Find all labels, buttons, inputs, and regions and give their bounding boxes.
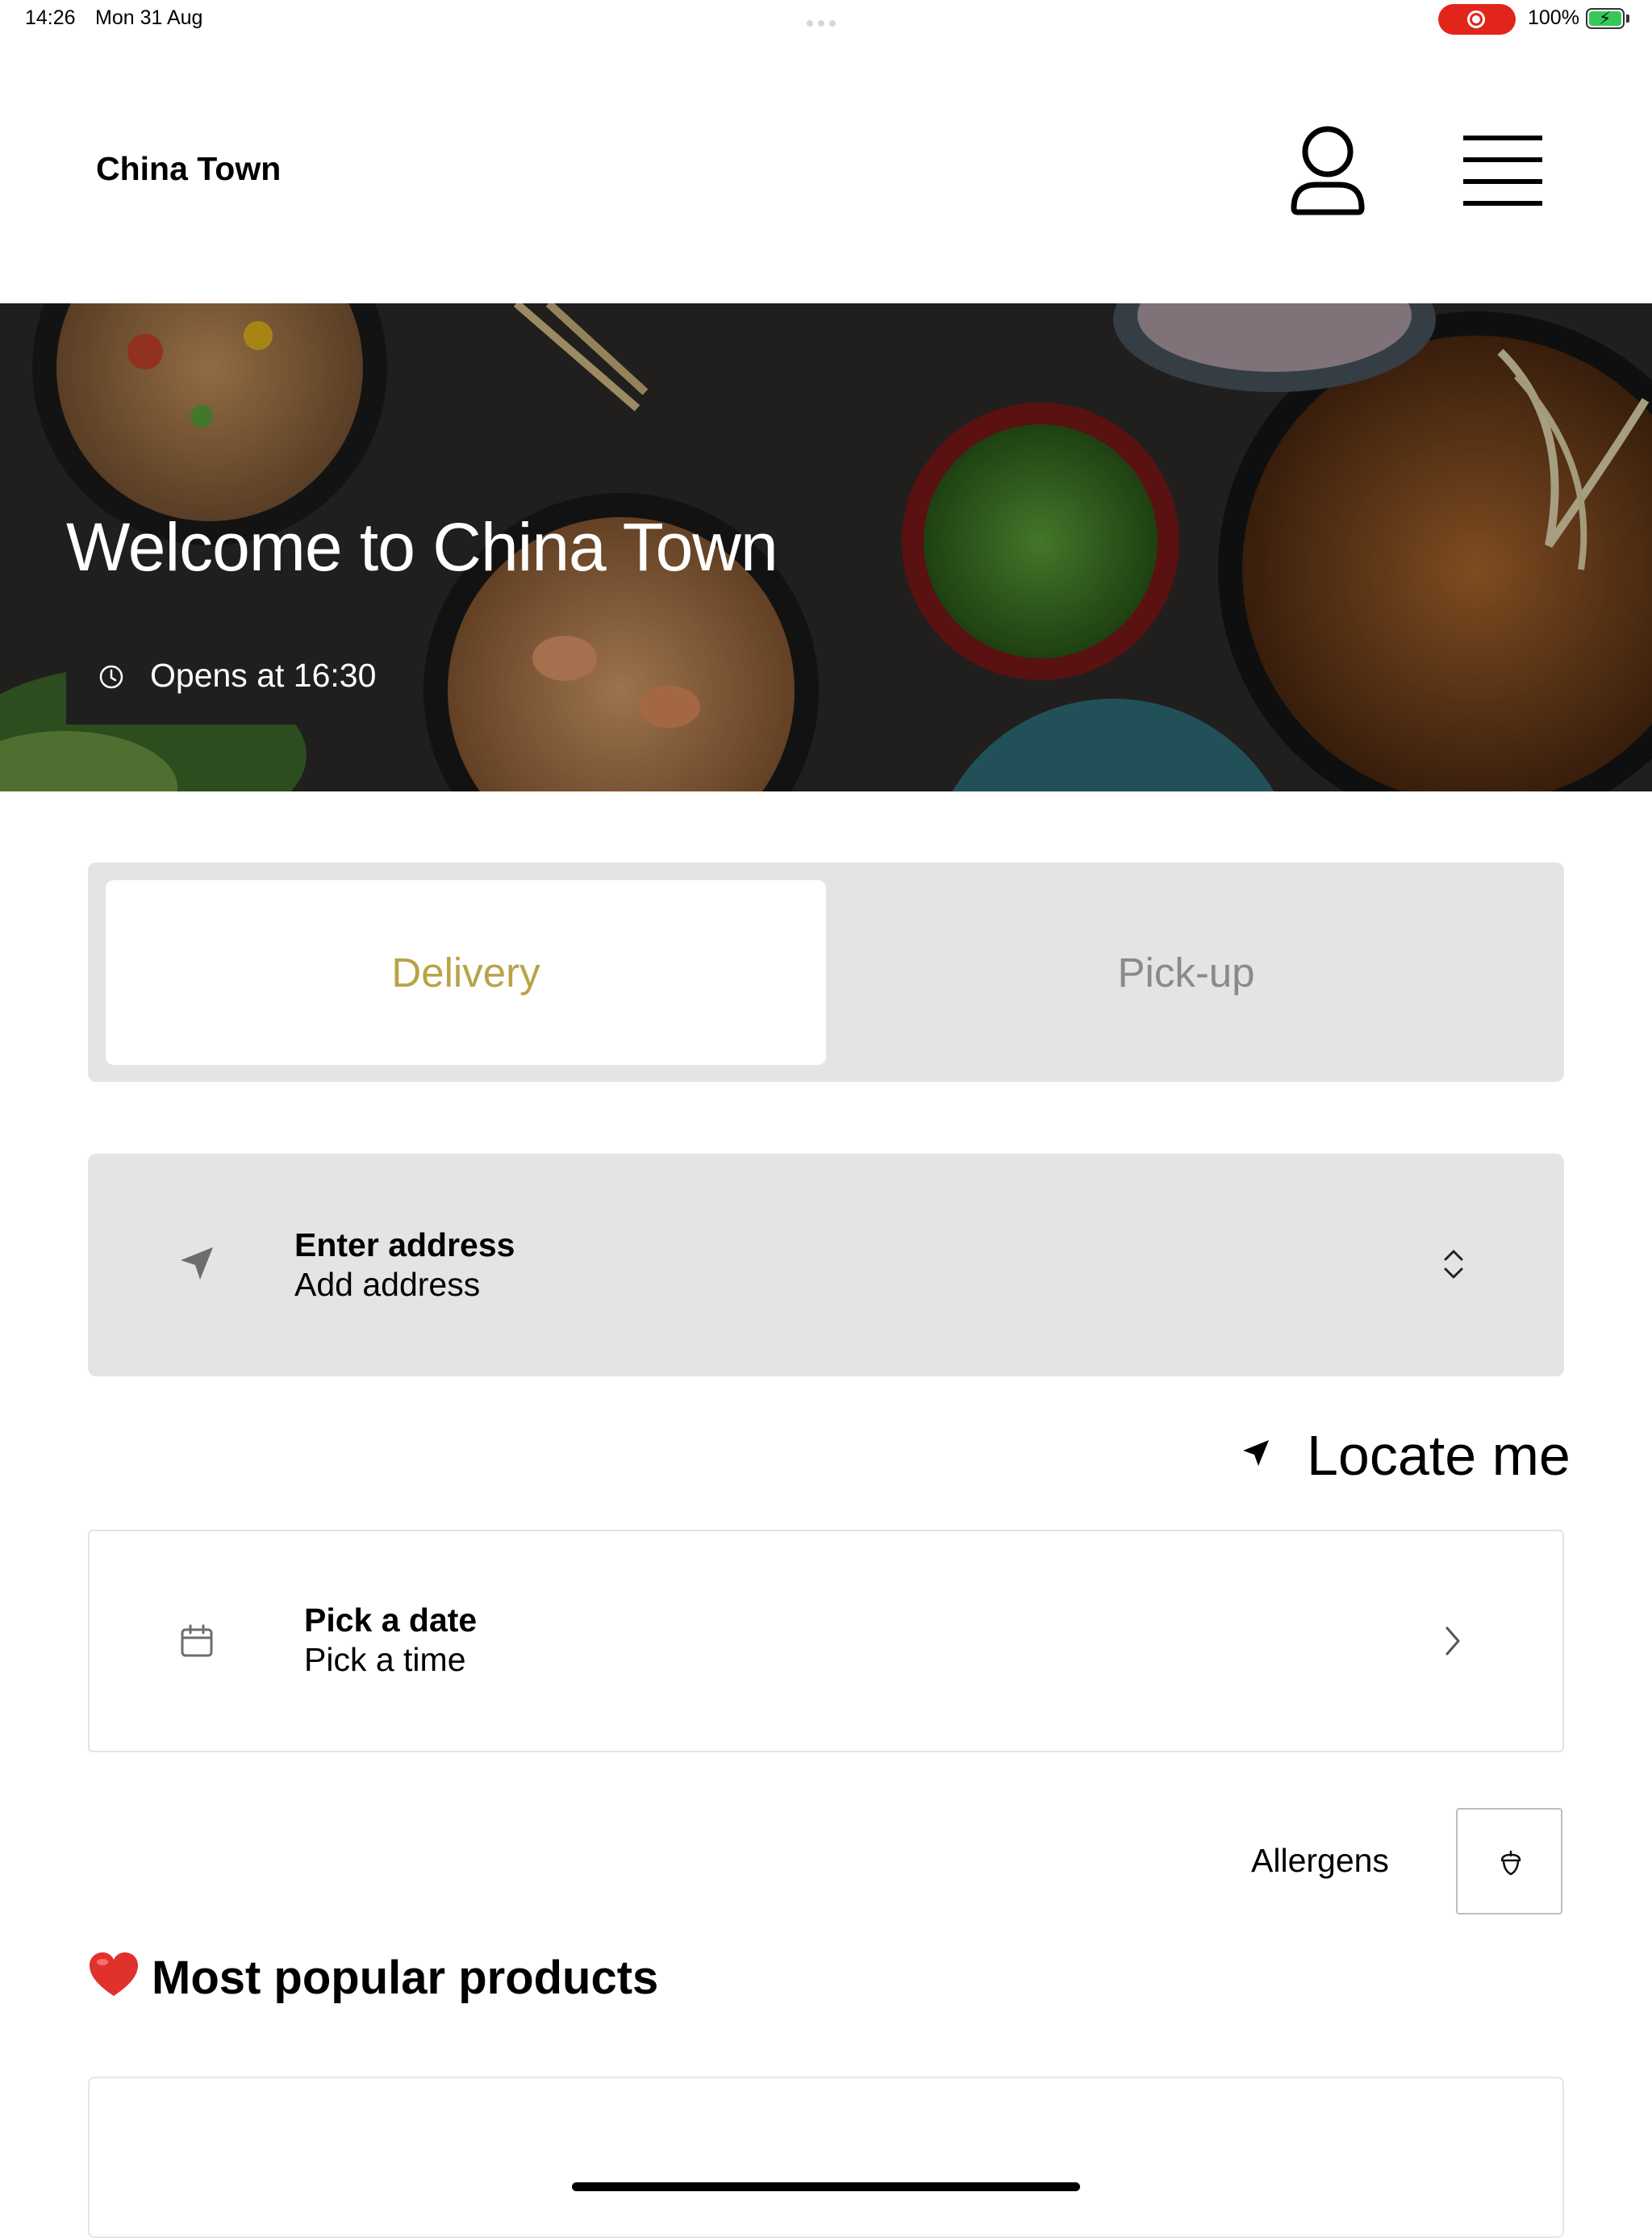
chevron-up-down-icon	[1444, 1250, 1463, 1279]
person-icon[interactable]	[1289, 125, 1366, 218]
chevron-right-icon	[1446, 1626, 1460, 1656]
hero-title: Welcome to China Town	[66, 509, 778, 585]
date-title: Pick a date	[304, 1601, 478, 1639]
status-date: Mon 31 Aug	[95, 6, 203, 29]
allergens-label: Allergens	[1251, 1842, 1389, 1879]
address-subtitle: Add address	[294, 1266, 481, 1303]
battery-icon: ⚡	[1586, 8, 1625, 29]
location-arrow-icon[interactable]	[1241, 1438, 1271, 1468]
battery-cap	[1626, 15, 1629, 23]
home-indicator[interactable]	[572, 2182, 1080, 2191]
acorn-icon	[1500, 1850, 1521, 1876]
location-arrow-icon	[181, 1247, 213, 1280]
product-card[interactable]	[88, 2077, 1564, 2238]
tab-pickup[interactable]: Pick-up	[826, 880, 1546, 1065]
opening-time-badge: Opens at 16:30	[66, 629, 394, 724]
address-title: Enter address	[294, 1226, 515, 1263]
heart-icon	[90, 1952, 138, 1996]
app-title[interactable]: China Town	[96, 150, 281, 188]
status-time: 14:26	[25, 6, 76, 29]
multitasking-dots-icon[interactable]	[807, 16, 845, 27]
time-subtitle: Pick a time	[304, 1641, 466, 1678]
allergens-button[interactable]	[1456, 1808, 1562, 1914]
battery-percentage: 100%	[1528, 6, 1579, 29]
calendar-icon	[181, 1624, 213, 1657]
screen-recording-icon[interactable]	[1438, 4, 1516, 35]
tab-delivery[interactable]: Delivery	[106, 880, 826, 1065]
address-selector[interactable]	[88, 1154, 1564, 1376]
locate-me-button[interactable]: Locate me	[1307, 1423, 1571, 1488]
clock-icon	[99, 665, 123, 689]
opening-time-text: Opens at 16:30	[150, 657, 377, 694]
section-title-popular: Most popular products	[152, 1952, 659, 2004]
hamburger-menu-icon[interactable]	[1462, 136, 1544, 207]
